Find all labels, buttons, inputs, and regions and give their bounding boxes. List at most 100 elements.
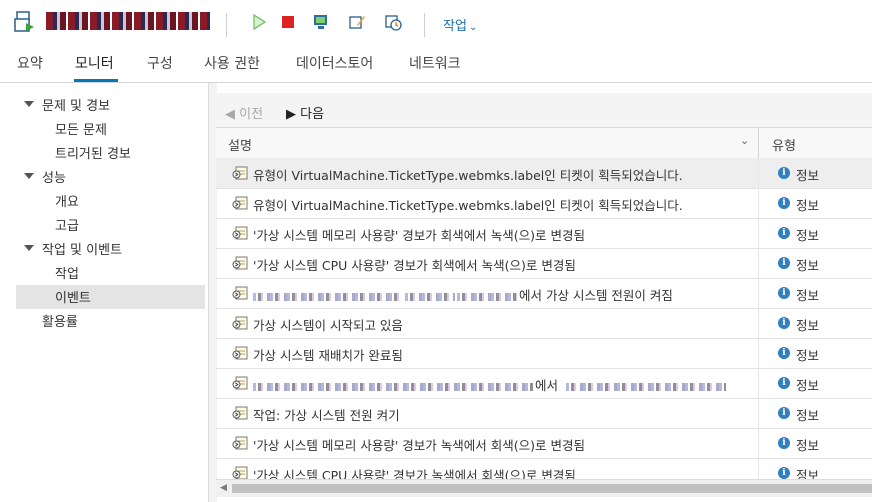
event-description: 에서 가상 시스템 전원이 켜짐 bbox=[253, 285, 673, 304]
column-resizer[interactable] bbox=[758, 128, 759, 158]
event-description: 유형이 VirtualMachine.TicketType.webmks.lab… bbox=[253, 195, 683, 214]
event-description-text: 가상 시스템 재배치가 완료됨 bbox=[253, 348, 403, 363]
table-row[interactable]: 에서 i 정보 bbox=[216, 368, 872, 399]
stop-icon[interactable] bbox=[279, 13, 297, 31]
tab-monitor[interactable]: 모니터 bbox=[75, 53, 114, 73]
event-icon bbox=[232, 316, 248, 330]
event-type: 정보 bbox=[796, 408, 820, 423]
event-description: 유형이 VirtualMachine.TicketType.webmks.lab… bbox=[253, 165, 683, 184]
table-row[interactable]: 유형이 VirtualMachine.TicketType.webmks.lab… bbox=[216, 188, 872, 219]
toolbar: 작업 ⌄ bbox=[0, 0, 872, 46]
vm-power-icon bbox=[14, 11, 34, 32]
tab-bar: 요약 모니터 구성 사용 권한 데이터스토어 네트워크 bbox=[0, 46, 872, 83]
event-description: 에서 bbox=[253, 375, 727, 394]
column-header-type[interactable]: 유형 bbox=[772, 135, 796, 154]
previous-button[interactable]: ◀ 이전 bbox=[225, 103, 263, 122]
scroll-left-icon[interactable]: ◀ bbox=[220, 483, 227, 493]
event-description-text: 에서 bbox=[535, 378, 559, 393]
redacted-text bbox=[405, 292, 455, 301]
event-pager: ◀ 이전 ▶ 다음 bbox=[216, 93, 872, 127]
redacted-text bbox=[253, 382, 533, 391]
cell-divider bbox=[758, 248, 759, 278]
play-icon[interactable] bbox=[250, 13, 268, 31]
cell-divider bbox=[758, 188, 759, 218]
column-header-description[interactable]: 설명 bbox=[228, 135, 252, 154]
nav-group-performance[interactable]: 성능 bbox=[42, 167, 66, 186]
table-row[interactable]: 가상 시스템이 시작되고 있음 i 정보 bbox=[216, 308, 872, 339]
snapshot-icon[interactable] bbox=[384, 13, 402, 31]
event-description-text: 유형이 VirtualMachine.TicketType.webmks.lab… bbox=[253, 198, 683, 213]
redacted-text bbox=[253, 292, 403, 301]
next-button[interactable]: ▶ 다음 bbox=[286, 103, 324, 122]
event-description-text: 작업: 가상 시스템 전원 켜기 bbox=[253, 408, 400, 423]
cell-divider bbox=[758, 338, 759, 368]
event-icon bbox=[232, 376, 248, 390]
horizontal-scrollbar[interactable]: ◀ bbox=[216, 479, 872, 497]
redacted-text bbox=[457, 292, 517, 301]
event-description-text: 유형이 VirtualMachine.TicketType.webmks.lab… bbox=[253, 168, 683, 183]
caret-down-icon[interactable] bbox=[24, 173, 34, 179]
info-icon: i bbox=[778, 437, 790, 449]
nav-group-issues-alarms[interactable]: 문제 및 경보 bbox=[42, 95, 110, 114]
event-icon bbox=[232, 226, 248, 240]
info-icon: i bbox=[778, 257, 790, 269]
info-icon: i bbox=[778, 167, 790, 179]
nav-item-all-issues[interactable]: 모든 문제 bbox=[55, 119, 107, 138]
table-row[interactable]: '가상 시스템 메모리 사용량' 경보가 녹색에서 회색(으)로 변경됨 i 정보 bbox=[216, 428, 872, 459]
event-description: '가상 시스템 CPU 사용량' 경보가 회색에서 녹색(으)로 변경됨 bbox=[253, 255, 576, 274]
nav-item-overview[interactable]: 개요 bbox=[55, 191, 79, 210]
cell-divider bbox=[758, 308, 759, 338]
scrollbar-thumb[interactable] bbox=[232, 484, 872, 493]
nav-item-triggered-alarms[interactable]: 트리거된 경보 bbox=[55, 143, 131, 162]
actions-menu[interactable]: 작업 ⌄ bbox=[443, 15, 477, 34]
nav-group-tasks-events[interactable]: 작업 및 이벤트 bbox=[42, 239, 122, 258]
info-icon: i bbox=[778, 197, 790, 209]
event-description-text: '가상 시스템 CPU 사용량' 경보가 회색에서 녹색(으)로 변경됨 bbox=[253, 258, 576, 273]
cell-divider bbox=[758, 398, 759, 428]
info-icon: i bbox=[778, 317, 790, 329]
chevron-down-icon: ⌄ bbox=[468, 22, 478, 33]
table-row[interactable]: 작업: 가상 시스템 전원 켜기 i 정보 bbox=[216, 398, 872, 429]
nav-item-utilization[interactable]: 활용률 bbox=[42, 311, 78, 330]
nav-item-events[interactable]: 이벤트 bbox=[55, 287, 91, 306]
redacted-text bbox=[566, 382, 727, 391]
caret-down-icon[interactable] bbox=[24, 245, 34, 251]
info-icon: i bbox=[778, 287, 790, 299]
table-row[interactable]: 가상 시스템 재배치가 완료됨 i 정보 bbox=[216, 338, 872, 369]
next-label: 다음 bbox=[300, 107, 325, 122]
cell-divider bbox=[758, 158, 759, 188]
actions-label: 작업 bbox=[443, 19, 467, 34]
console-icon[interactable] bbox=[312, 13, 330, 31]
event-icon bbox=[232, 346, 248, 360]
table-row[interactable]: 에서 가상 시스템 전원이 켜짐 i 정보 bbox=[216, 278, 872, 309]
events-table: 설명 ⌄ 유형 유형이 VirtualMachine.TicketType.we… bbox=[216, 127, 872, 502]
tab-configure[interactable]: 구성 bbox=[147, 53, 173, 73]
nav-item-tasks[interactable]: 작업 bbox=[55, 263, 79, 282]
cell-divider bbox=[758, 428, 759, 458]
event-description-text: 에서 가상 시스템 전원이 켜짐 bbox=[519, 288, 673, 303]
event-icon bbox=[232, 286, 248, 300]
info-icon: i bbox=[778, 467, 790, 479]
event-icon bbox=[232, 196, 248, 210]
event-description-text: '가상 시스템 메모리 사용량' 경보가 녹색에서 회색(으)로 변경됨 bbox=[253, 438, 585, 453]
table-row[interactable]: 유형이 VirtualMachine.TicketType.webmks.lab… bbox=[216, 158, 872, 189]
event-type: 정보 bbox=[796, 288, 820, 303]
event-type: 정보 bbox=[796, 438, 820, 453]
table-row[interactable]: '가상 시스템 메모리 사용량' 경보가 회색에서 녹색(으)로 변경됨 i 정보 bbox=[216, 218, 872, 249]
chevron-down-icon[interactable]: ⌄ bbox=[740, 134, 749, 147]
table-header: 설명 ⌄ 유형 bbox=[216, 127, 872, 159]
caret-down-icon[interactable] bbox=[24, 101, 34, 107]
table-row[interactable]: '가상 시스템 CPU 사용량' 경보가 회색에서 녹색(으)로 변경됨 i 정보 bbox=[216, 248, 872, 279]
toolbar-divider bbox=[226, 13, 227, 37]
event-icon bbox=[232, 256, 248, 270]
tab-permissions[interactable]: 사용 권한 bbox=[204, 53, 260, 73]
tab-networks[interactable]: 네트워크 bbox=[409, 53, 461, 73]
tab-summary[interactable]: 요약 bbox=[17, 53, 43, 73]
cell-divider bbox=[758, 368, 759, 398]
tab-datastores[interactable]: 데이터스토어 bbox=[296, 53, 373, 73]
edit-settings-icon[interactable] bbox=[348, 13, 366, 31]
event-description-text: 가상 시스템이 시작되고 있음 bbox=[253, 318, 403, 333]
event-icon bbox=[232, 166, 248, 180]
nav-item-advanced[interactable]: 고급 bbox=[55, 215, 79, 234]
event-type: 정보 bbox=[796, 228, 820, 243]
